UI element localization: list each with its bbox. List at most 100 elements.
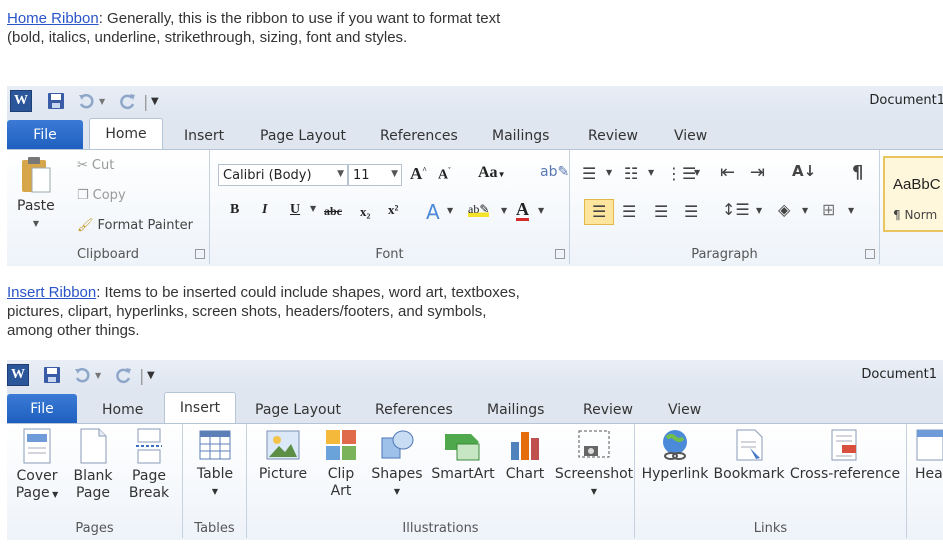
scissors-icon: ✂ (77, 158, 88, 173)
tab-references[interactable]: References (380, 122, 458, 149)
line-spacing-icon[interactable]: ↕☰ (722, 200, 750, 219)
font-launcher-icon[interactable] (555, 249, 565, 259)
cut-button[interactable]: ✂ Cut (77, 158, 114, 173)
bullets-dropdown-icon[interactable]: ▼ (606, 168, 612, 177)
save-icon[interactable] (47, 90, 65, 112)
hyperlink-button[interactable]: Hyperlink (639, 428, 711, 483)
hyperlink-icon (663, 430, 687, 460)
word-logo-icon[interactable]: W (10, 90, 32, 112)
customize-qat-icon-2[interactable]: ▼ (147, 364, 155, 386)
tab-page-layout-2[interactable]: Page Layout (255, 396, 341, 423)
numbering-dropdown-icon[interactable]: ▼ (648, 168, 654, 177)
borders-icon[interactable]: ⊞ (822, 200, 835, 219)
undo-icon[interactable] (77, 90, 95, 112)
shapes-button[interactable]: Shapes ▼ (369, 428, 425, 500)
clip-art-button[interactable]: Clip Art (319, 428, 363, 500)
tab-insert-2[interactable]: Insert (164, 392, 236, 423)
tab-view-2[interactable]: View (668, 396, 701, 423)
sort-icon[interactable]: A↓ (792, 162, 816, 180)
multilevel-dropdown-icon[interactable]: ▼ (694, 168, 700, 177)
redo-icon[interactable] (119, 90, 137, 112)
grow-font-icon[interactable]: A^ (410, 164, 427, 184)
text-effects-icon[interactable]: A (426, 200, 440, 224)
blank-page-label-1: Blank (73, 468, 113, 484)
page-break-label-2: Break (128, 485, 170, 501)
tab-mailings[interactable]: Mailings (492, 122, 549, 149)
tab-view[interactable]: View (674, 122, 707, 149)
font-size-combo[interactable]: 11 ▼ (348, 164, 402, 186)
tab-home[interactable]: Home (89, 118, 163, 149)
tab-page-layout[interactable]: Page Layout (260, 122, 346, 149)
font-color-dropdown-icon[interactable]: ▼ (538, 206, 544, 215)
paragraph-launcher-icon[interactable] (865, 249, 875, 259)
underline-icon[interactable]: U (290, 202, 300, 218)
screenshot-label: Screenshot (554, 466, 634, 482)
bold-icon[interactable]: B (230, 202, 239, 218)
decrease-indent-icon[interactable]: ⇤ (720, 162, 735, 183)
undo-dropdown-icon[interactable]: ▼ (99, 90, 105, 112)
blank-page-button[interactable]: Blank Page (69, 428, 117, 502)
tab-review-2[interactable]: Review (583, 396, 633, 423)
strikethrough-icon[interactable]: abc (324, 204, 342, 219)
shrink-font-icon[interactable]: Aˇ (438, 166, 451, 184)
home-ribbon-link[interactable]: Home Ribbon (7, 10, 99, 27)
tab-insert[interactable]: Insert (184, 122, 224, 149)
format-painter-button[interactable]: 🖌 Format Painter (77, 218, 193, 233)
align-center-icon[interactable]: ☰ (622, 202, 636, 221)
underline-dropdown-icon[interactable]: ▼ (310, 204, 316, 213)
paste-button[interactable]: Paste ▼ (17, 156, 55, 232)
undo-dropdown-icon-2[interactable]: ▼ (95, 364, 101, 386)
justify-icon[interactable]: ☰ (684, 202, 698, 221)
word-logo-icon-2[interactable]: W (7, 364, 29, 386)
customize-qat-icon[interactable]: ▼ (151, 90, 159, 112)
table-button[interactable]: Table ▼ (191, 428, 239, 500)
tab-references-2[interactable]: References (375, 396, 453, 423)
copy-button[interactable]: ❐ Copy (77, 188, 126, 203)
show-formatting-icon[interactable]: ¶ (852, 162, 863, 183)
multilevel-list-icon[interactable]: ⋮☰ (666, 164, 696, 183)
text-effects-dropdown-icon[interactable]: ▼ (447, 206, 453, 215)
save-icon-2[interactable] (43, 364, 61, 386)
numbering-icon[interactable]: ☷ (624, 164, 638, 183)
undo-icon-2[interactable] (73, 364, 91, 386)
chart-button[interactable]: Chart (501, 428, 549, 483)
highlight-dropdown-icon[interactable]: ▼ (501, 206, 507, 215)
subscript-icon[interactable]: x₂ (360, 204, 370, 220)
tab-review[interactable]: Review (588, 122, 638, 149)
clipboard-launcher-icon[interactable] (195, 249, 205, 259)
tab-mailings-2[interactable]: Mailings (487, 396, 544, 423)
picture-button[interactable]: Picture (253, 428, 313, 483)
font-name-combo[interactable]: Calibri (Body) ▼ (218, 164, 348, 186)
screenshot-button[interactable]: Screenshot ▼ (553, 428, 635, 500)
change-case-button[interactable]: Aa▼ (478, 164, 505, 182)
header-button[interactable]: Hea (915, 428, 943, 483)
shading-icon[interactable]: ◈ (778, 200, 790, 219)
cover-page-button[interactable]: Cover Page ▼ (13, 428, 61, 503)
smartart-button[interactable]: SmartArt (431, 428, 495, 483)
font-color-icon[interactable]: A (516, 200, 529, 221)
tab-home-2[interactable]: Home (102, 396, 143, 423)
page-break-icon (136, 428, 162, 464)
bookmark-icon (736, 429, 763, 461)
tab-file-2[interactable]: File (7, 394, 77, 423)
shading-dropdown-icon[interactable]: ▼ (802, 206, 808, 215)
superscript-icon[interactable]: x² (388, 202, 398, 218)
line-spacing-dropdown-icon[interactable]: ▼ (756, 206, 762, 215)
italic-icon[interactable]: I (262, 202, 267, 218)
insert-ribbon-link[interactable]: Insert Ribbon (7, 284, 96, 301)
tab-file[interactable]: File (7, 120, 83, 149)
align-right-icon[interactable]: ☰ (654, 202, 668, 221)
styles-gallery[interactable]: AaBbC ¶ Norm (883, 156, 943, 232)
cross-reference-button[interactable]: Cross-reference (787, 428, 903, 483)
borders-dropdown-icon[interactable]: ▼ (848, 206, 854, 215)
table-label: Table (196, 466, 234, 482)
bookmark-button[interactable]: Bookmark (713, 428, 785, 483)
page-break-button[interactable]: Page Break (125, 428, 173, 502)
clear-formatting-icon[interactable]: ab✎ (540, 164, 569, 180)
redo-icon-2[interactable] (115, 364, 133, 386)
bullets-icon[interactable]: ☰ (582, 164, 596, 183)
increase-indent-icon[interactable]: ⇥ (750, 162, 765, 183)
home-ribbon-screenshot: W ▼ | ▼ Document1 File Home Insert Page … (7, 86, 943, 266)
highlight-icon[interactable]: ab✎ (468, 202, 490, 217)
font-size-value: 11 (353, 167, 370, 183)
